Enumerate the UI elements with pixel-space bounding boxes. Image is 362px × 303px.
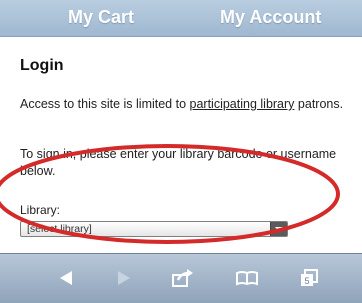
share-icon[interactable]	[167, 264, 197, 292]
my-cart-tab[interactable]: My Cart	[68, 7, 134, 28]
participating-library-link[interactable]: participating library	[190, 97, 295, 111]
access-notice: Access to this site is limited to partic…	[20, 96, 350, 113]
bookmarks-icon[interactable]	[232, 264, 262, 292]
signin-instructions: To sign in, please enter your library ba…	[20, 147, 337, 178]
chevron-down-icon	[270, 222, 287, 236]
forward-icon[interactable]	[108, 264, 138, 292]
back-icon[interactable]	[52, 264, 82, 292]
tabs-icon[interactable]: 5	[294, 264, 324, 292]
access-text-end: patrons.	[294, 97, 344, 111]
library-label: Library:	[20, 203, 61, 217]
my-account-tab[interactable]: My Account	[220, 7, 321, 28]
library-select[interactable]: [select library]	[20, 221, 288, 237]
browser-toolbar: 5	[0, 253, 362, 303]
svg-text:5: 5	[304, 276, 309, 286]
access-text: Access to this site is limited to	[20, 97, 190, 111]
login-panel: Login Access to this site is limited to …	[0, 37, 362, 252]
top-nav-bar: My Cart My Account	[0, 0, 362, 37]
library-select-value: [select library]	[27, 223, 92, 235]
page-title: Login	[20, 57, 64, 74]
